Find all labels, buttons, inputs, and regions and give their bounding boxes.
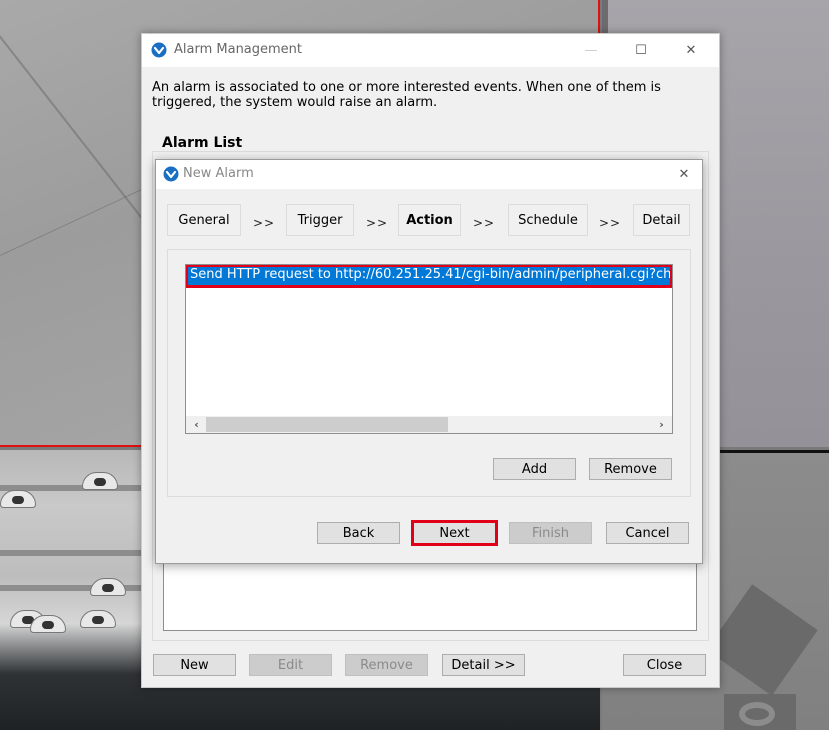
add-label: Add: [521, 461, 548, 477]
remove-alarm-button[interactable]: Remove: [345, 654, 428, 676]
minimize-button[interactable]: —: [569, 38, 613, 62]
step-separator: >>: [599, 216, 622, 230]
step-action[interactable]: Action: [398, 204, 461, 236]
dialog-title-bar: New Alarm ✕: [156, 160, 702, 189]
title-bar: Alarm Management — ☐ ✕: [142, 34, 719, 67]
minimize-icon: —: [584, 42, 598, 58]
step-detail[interactable]: Detail: [633, 204, 690, 236]
close-button[interactable]: Close: [623, 654, 706, 676]
back-button[interactable]: Back: [317, 522, 400, 544]
close-window-button[interactable]: ✕: [669, 38, 713, 62]
dialog-title: New Alarm: [183, 166, 254, 181]
horizontal-scrollbar[interactable]: ‹ ›: [186, 416, 672, 433]
step-label: Detail: [642, 212, 681, 228]
new-label: New: [180, 657, 209, 673]
edit-alarm-button[interactable]: Edit: [249, 654, 332, 676]
step-label: Schedule: [518, 212, 578, 228]
action-list-item[interactable]: Send HTTP request to http://60.251.25.41…: [186, 265, 672, 288]
detail-label: Detail >>: [451, 657, 516, 673]
step-schedule[interactable]: Schedule: [508, 204, 588, 236]
maximize-icon: ☐: [635, 42, 647, 58]
close-label: Close: [646, 657, 683, 673]
maximize-button[interactable]: ☐: [619, 38, 663, 62]
close-icon: ✕: [678, 166, 690, 182]
scrollbar-thumb[interactable]: [206, 417, 448, 432]
back-label: Back: [342, 525, 375, 541]
cancel-label: Cancel: [625, 525, 670, 541]
step-separator: >>: [473, 216, 496, 230]
alarm-list[interactable]: [163, 561, 697, 631]
step-label: General: [178, 212, 230, 228]
scroll-left-icon[interactable]: ‹: [188, 416, 205, 433]
new-alarm-button[interactable]: New: [153, 654, 236, 676]
remove-label: Remove: [360, 657, 413, 673]
scroll-right-icon[interactable]: ›: [653, 416, 670, 433]
remove-label: Remove: [604, 461, 657, 477]
close-icon: ✕: [685, 42, 697, 58]
step-label: Action: [406, 212, 453, 228]
finish-button[interactable]: Finish: [509, 522, 592, 544]
app-logo-icon: [151, 42, 167, 58]
new-alarm-dialog: New Alarm ✕ General >> Trigger >> Action…: [155, 159, 703, 564]
detail-button[interactable]: Detail >>: [442, 654, 525, 676]
app-logo-icon: [163, 166, 179, 182]
window-title: Alarm Management: [174, 42, 303, 57]
close-dialog-button[interactable]: ✕: [662, 162, 706, 186]
step-general[interactable]: General: [167, 204, 241, 236]
step-label: Trigger: [297, 212, 343, 228]
feed-selection-border: [598, 0, 600, 34]
alarm-list-title: Alarm List: [162, 135, 243, 151]
remove-action-button[interactable]: Remove: [589, 458, 672, 480]
description-text: An alarm is associated to one or more in…: [152, 80, 661, 110]
step-separator: >>: [253, 216, 276, 230]
cancel-button[interactable]: Cancel: [606, 522, 689, 544]
finish-label: Finish: [531, 525, 569, 541]
step-separator: >>: [366, 216, 389, 230]
edit-label: Edit: [277, 657, 304, 673]
step-trigger[interactable]: Trigger: [286, 204, 354, 236]
action-panel: Send HTTP request to http://60.251.25.41…: [167, 249, 691, 497]
next-label: Next: [439, 525, 470, 541]
add-action-button[interactable]: Add: [493, 458, 576, 480]
action-list[interactable]: Send HTTP request to http://60.251.25.41…: [185, 264, 673, 434]
next-button[interactable]: Next: [411, 520, 498, 546]
